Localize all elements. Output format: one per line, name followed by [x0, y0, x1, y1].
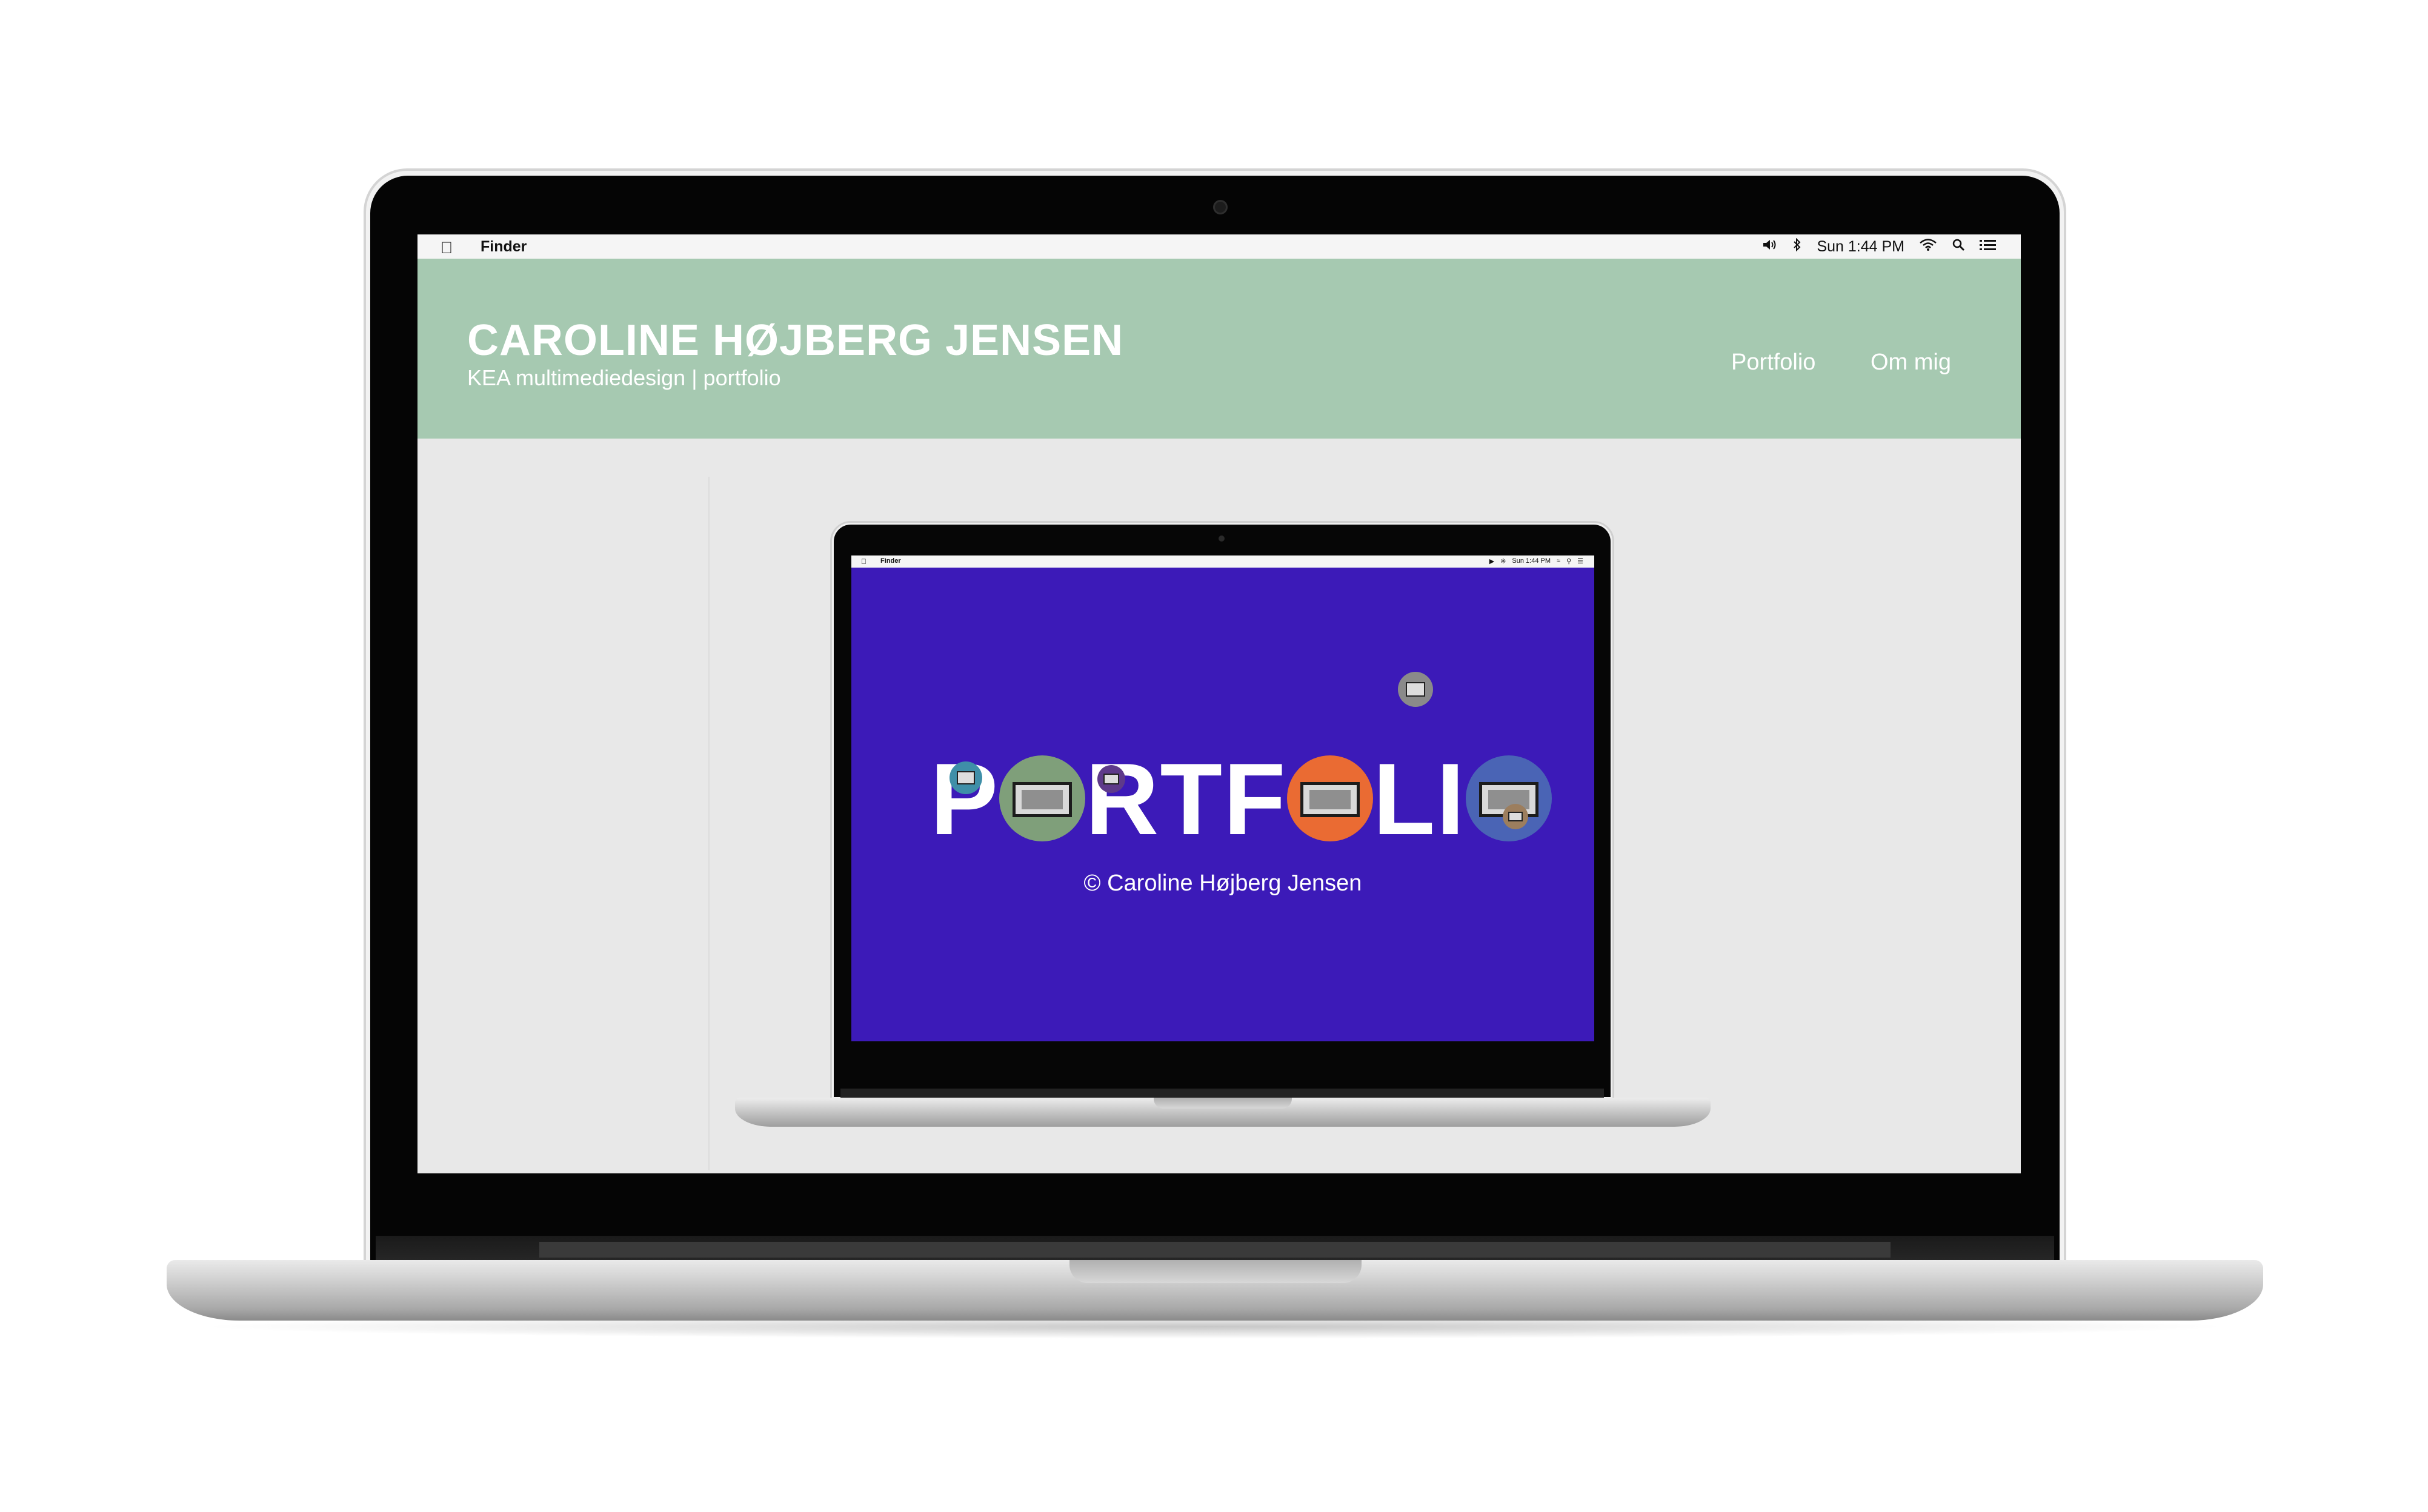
mini-laptop-icon: [1103, 773, 1119, 785]
mockup-apple-icon: : [861, 557, 866, 566]
laptop-notch: [1069, 1260, 1362, 1283]
mockup-laptop-notch: [1154, 1098, 1292, 1109]
logo-circle-orange: [1286, 755, 1373, 841]
menubar-clock[interactable]: Sun 1:44 PM: [1817, 238, 1904, 256]
nav-om-mig-link[interactable]: Om mig: [1871, 350, 1951, 376]
logo-letter-f: F: [1223, 742, 1287, 856]
portfolio-logo: P RTF LI: [930, 748, 1552, 850]
logo-dot-purple: [1097, 765, 1125, 793]
logo-letter-l: L: [1372, 742, 1437, 856]
mockup-wifi-icon: ≈: [1557, 557, 1561, 565]
laptop-thumbnail-icon: [1300, 782, 1360, 817]
mac-menubar:  Finder Sun 1:44 PM: [417, 234, 2021, 259]
mockup-search-icon: ⚲: [1566, 558, 1572, 565]
mockup-menubar-app-name: Finder: [880, 557, 901, 565]
menubar-status-area: Sun 1:44 PM: [1762, 237, 1997, 256]
mini-laptop-icon: [956, 771, 976, 784]
list-icon[interactable]: [1980, 238, 1997, 256]
laptop-thumbnail-icon: [1013, 782, 1073, 817]
mini-laptop-icon: [1405, 682, 1426, 697]
hinge-strip: [539, 1242, 1891, 1258]
mockup-bluetooth-icon: ※: [1500, 558, 1506, 565]
nav-portfolio-link[interactable]: Portfolio: [1731, 350, 1815, 376]
webcam: [1213, 200, 1228, 214]
mini-laptop-icon: [1508, 811, 1523, 822]
logo-letter-i: I: [1436, 742, 1466, 856]
mockup-screen:  Finder ▶ ※ Sun 1:44 PM ≈ ⚲ ☰ PRTFLI © …: [851, 555, 1594, 1041]
bluetooth-icon[interactable]: [1792, 237, 1802, 256]
site-title[interactable]: CAROLINE HØJBERG JENSEN: [467, 316, 1123, 365]
volume-icon[interactable]: [1762, 238, 1778, 256]
content-divider: [708, 477, 710, 1170]
logo-letter-r: R: [1085, 742, 1160, 856]
copyright-text: © Caroline Højberg Jensen: [1083, 870, 1362, 896]
site-subtitle: KEA multimediedesign | portfolio: [467, 365, 781, 390]
logo-dot-teal: [950, 761, 982, 794]
mockup-menubar-status: ▶ ※ Sun 1:44 PM ≈ ⚲ ☰: [1489, 557, 1583, 565]
logo-dot-tan: [1503, 804, 1528, 829]
mockup-list-icon: ☰: [1577, 558, 1583, 565]
site-header: CAROLINE HØJBERG JENSEN KEA multimediede…: [417, 259, 2021, 439]
mockup-menubar-clock: Sun 1:44 PM: [1512, 557, 1551, 565]
search-icon[interactable]: [1952, 238, 1965, 256]
mockup-menubar:  Finder ▶ ※ Sun 1:44 PM ≈ ⚲ ☰: [851, 555, 1594, 568]
mockup-volume-icon: ▶: [1489, 558, 1495, 565]
wifi-icon[interactable]: [1919, 238, 1937, 256]
laptop-screen:  Finder Sun 1:44 PM CAROLINE HØJBERG JE…: [417, 234, 2021, 1173]
menubar-app-name[interactable]: Finder: [481, 238, 527, 256]
logo-circle-blue: [1465, 755, 1552, 841]
mockup-webcam: [1219, 536, 1225, 542]
logo-circle-green: [999, 755, 1086, 841]
logo-dot-grey: [1398, 672, 1433, 707]
logo-letter-t: T: [1160, 742, 1224, 856]
apple-icon[interactable]: : [441, 239, 453, 257]
